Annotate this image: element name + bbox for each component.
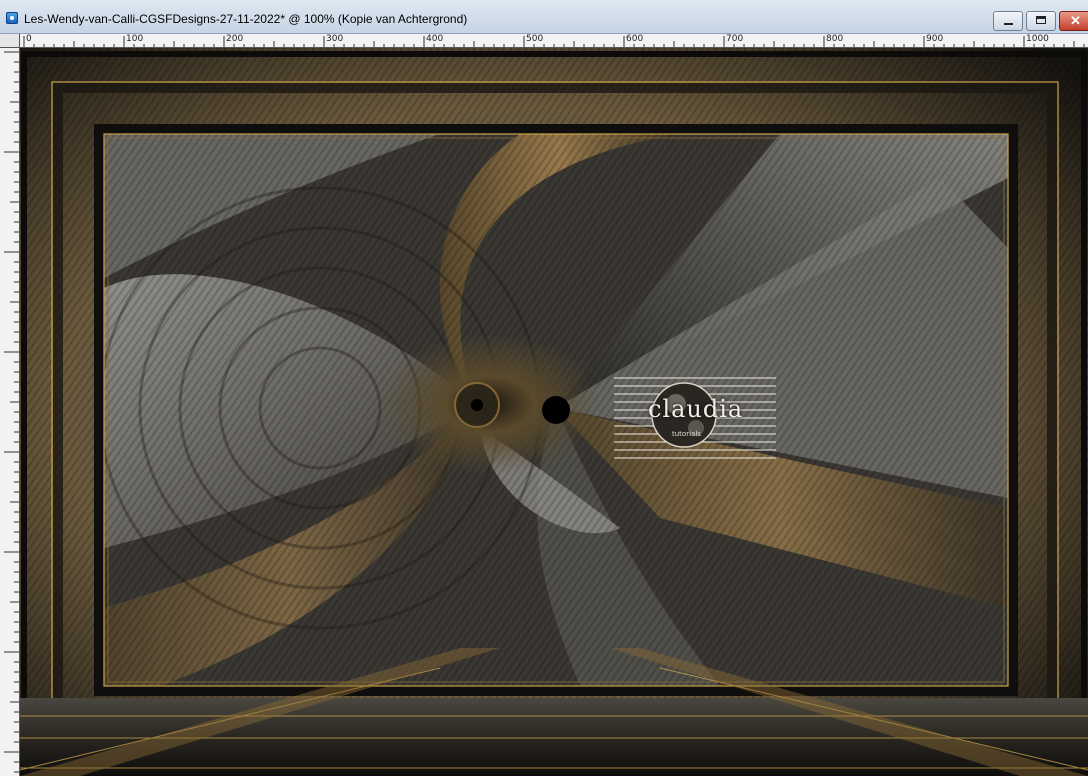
- ruler-label: 1000: [1026, 34, 1049, 44]
- minimize-button[interactable]: [993, 11, 1023, 31]
- close-button[interactable]: ✕: [1059, 11, 1088, 31]
- window-titlebar[interactable]: Les-Wendy-van-Calli-CGSFDesigns-27-11-20…: [0, 0, 1088, 34]
- ruler-label: 400: [426, 34, 444, 44]
- ruler-label: 700: [726, 34, 744, 44]
- ruler-label: 300: [326, 34, 344, 44]
- watermark-text: claudia: [648, 395, 744, 423]
- ruler-label: 600: [626, 34, 644, 44]
- app-icon: [6, 12, 18, 24]
- maximize-icon: [1036, 16, 1046, 24]
- ruler-label: 200: [226, 34, 244, 44]
- watermark-subtext: tutorials: [672, 430, 701, 438]
- ruler-label: 500: [526, 34, 544, 44]
- image-canvas[interactable]: claudia tutorials: [20, 48, 1088, 776]
- ruler-label: 900: [926, 34, 944, 44]
- ruler-corner: [0, 34, 20, 48]
- horizontal-ruler: 0 100 200 300 400 500 600 700 800 900 1000: [20, 34, 1088, 48]
- close-icon: ✕: [1070, 13, 1081, 28]
- ruler-label: 100: [126, 34, 144, 44]
- minimize-icon: [1004, 23, 1013, 25]
- vertical-ruler: [0, 48, 20, 776]
- ruler-label: 800: [826, 34, 844, 44]
- window-title: Les-Wendy-van-Calli-CGSFDesigns-27-11-20…: [24, 12, 468, 26]
- ruler-label: 0: [26, 34, 32, 44]
- maximize-button[interactable]: [1026, 11, 1056, 31]
- artwork: [20, 48, 1088, 776]
